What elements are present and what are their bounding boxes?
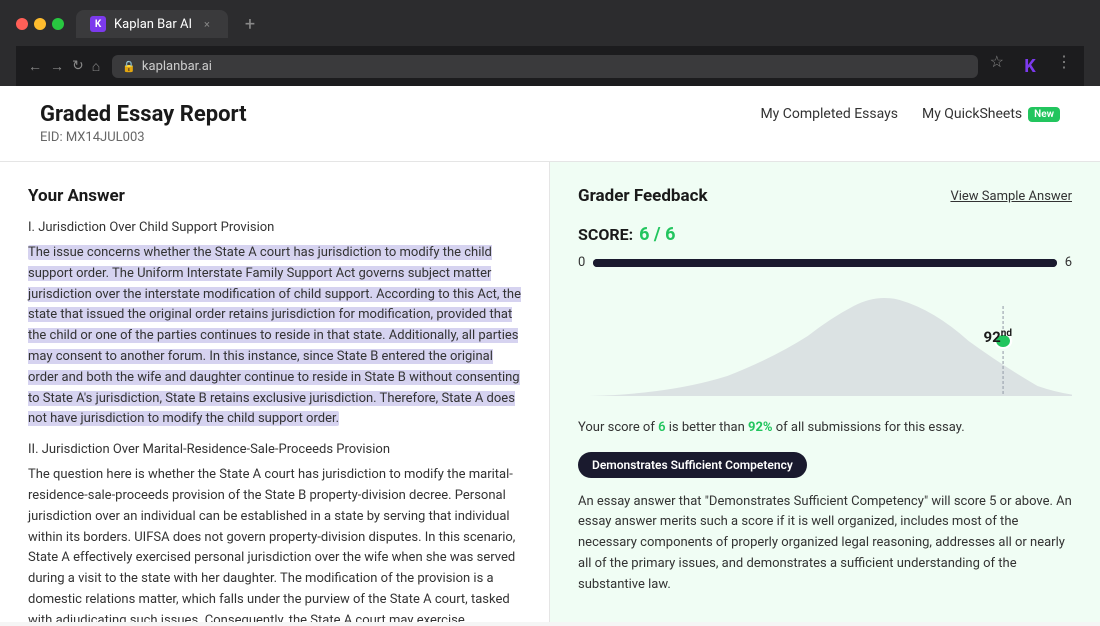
- competency-description: An essay answer that "Demonstrates Suffi…: [578, 492, 1072, 596]
- traffic-light-red[interactable]: [16, 18, 28, 30]
- submission-percentile: 92%: [748, 420, 773, 435]
- tab-bar: K Kaplan Bar AI × +: [76, 10, 264, 38]
- traffic-lights: [16, 18, 64, 30]
- eid-label: EID: MX14JUL003: [40, 130, 247, 145]
- bookmark-icon[interactable]: ☆: [990, 52, 1004, 80]
- score-value: 6 / 6: [639, 224, 675, 245]
- new-tab-button[interactable]: +: [236, 10, 264, 38]
- feedback-title: Grader Feedback: [578, 186, 708, 206]
- score-section: SCORE: 6 / 6 0 6: [578, 224, 1072, 270]
- score-bar-track: [593, 259, 1056, 267]
- submission-text: Your score of 6 is better than 92% of al…: [578, 418, 1072, 438]
- url-text: kaplanbar.ai: [142, 59, 212, 74]
- forward-button[interactable]: →: [50, 58, 64, 75]
- tab-close-button[interactable]: ×: [200, 17, 214, 31]
- home-button[interactable]: ⌂: [92, 58, 100, 75]
- score-bar-container: 0 6: [578, 255, 1072, 270]
- left-panel: Your Answer I. Jurisdiction Over Child S…: [0, 162, 550, 622]
- traffic-light-green[interactable]: [52, 18, 64, 30]
- panels: Your Answer I. Jurisdiction Over Child S…: [0, 162, 1100, 622]
- header-left: Graded Essay Report EID: MX14JUL003: [40, 102, 247, 145]
- essay-paragraph-1: The issue concerns whether the State A c…: [28, 243, 521, 430]
- submission-score: 6: [658, 420, 665, 435]
- menu-icon[interactable]: ⋮: [1056, 52, 1072, 80]
- address-bar: ← → ↻ ⌂ 🔒 kaplanbar.ai ☆ K ⋮: [16, 46, 1084, 86]
- bell-curve-svg: [578, 286, 1072, 406]
- highlighted-text-1: The issue concerns whether the State A c…: [28, 245, 521, 426]
- view-sample-link[interactable]: View Sample Answer: [950, 189, 1072, 204]
- competency-badge: Demonstrates Sufficient Competency: [578, 452, 807, 478]
- lock-icon: 🔒: [122, 60, 136, 73]
- back-button[interactable]: ←: [28, 58, 42, 75]
- nav-buttons: ← → ↻ ⌂: [28, 58, 100, 75]
- page-title: Graded Essay Report: [40, 102, 247, 127]
- right-panel: Grader Feedback View Sample Answer SCORE…: [550, 162, 1100, 622]
- percentile-marker: 92nd: [984, 328, 1012, 346]
- score-bar-min: 0: [578, 255, 585, 270]
- main-content: Graded Essay Report EID: MX14JUL003 My C…: [0, 86, 1100, 626]
- traffic-light-yellow[interactable]: [34, 18, 46, 30]
- quicksheets-nav: My QuickSheets New: [922, 106, 1060, 122]
- refresh-button[interactable]: ↻: [72, 58, 84, 75]
- extension-icon[interactable]: K: [1016, 52, 1044, 80]
- essay-heading-1: I. Jurisdiction Over Child Support Provi…: [28, 220, 521, 235]
- toolbar-icons: ☆ K ⋮: [990, 52, 1072, 80]
- essay-paragraph-2: The question here is whether the State A…: [28, 465, 521, 622]
- url-field[interactable]: 🔒 kaplanbar.ai: [112, 55, 977, 78]
- percentile-label: 92nd: [984, 328, 1012, 346]
- app-header: Graded Essay Report EID: MX14JUL003 My C…: [0, 86, 1100, 162]
- left-panel-title: Your Answer: [28, 186, 521, 206]
- feedback-header: Grader Feedback View Sample Answer: [578, 186, 1072, 206]
- essay-heading-2: II. Jurisdiction Over Marital-Residence-…: [28, 442, 521, 457]
- score-bar-fill: [593, 259, 1056, 267]
- new-badge: New: [1028, 107, 1060, 122]
- bell-curve-chart: 92nd: [578, 286, 1072, 406]
- active-tab[interactable]: K Kaplan Bar AI ×: [76, 10, 228, 38]
- quicksheets-link[interactable]: My QuickSheets: [922, 106, 1022, 122]
- score-bar-max: 6: [1065, 255, 1072, 270]
- score-label: SCORE: 6 / 6: [578, 224, 1072, 245]
- completed-essays-link[interactable]: My Completed Essays: [760, 106, 898, 122]
- header-nav: My Completed Essays My QuickSheets New: [760, 102, 1060, 122]
- tab-title: Kaplan Bar AI: [114, 17, 192, 32]
- tab-favicon: K: [90, 16, 106, 32]
